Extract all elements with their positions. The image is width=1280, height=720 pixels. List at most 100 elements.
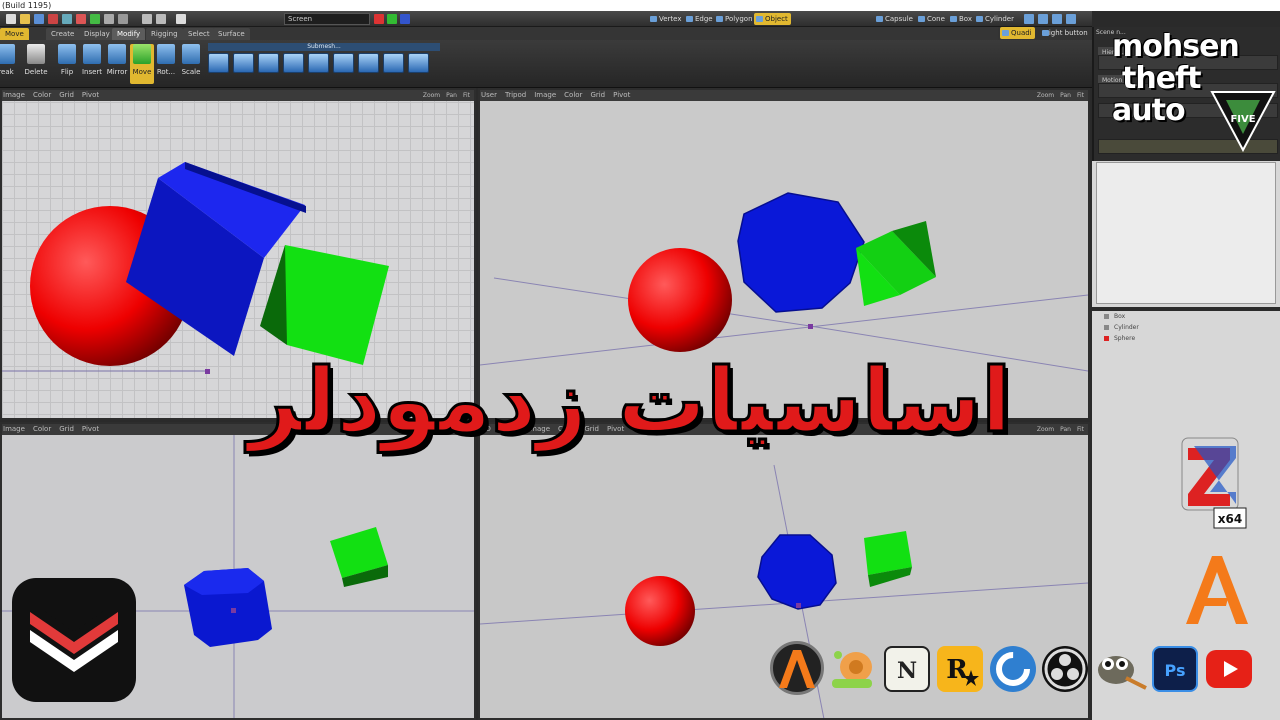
fiv-logo-icon[interactable]: [1186, 556, 1248, 626]
vertex-button[interactable]: Vertex: [648, 13, 685, 25]
move-tool[interactable]: Move: [130, 44, 154, 84]
zmodeler-x64-icon[interactable]: x64: [1180, 436, 1248, 532]
rockstar-icon[interactable]: R: [937, 646, 983, 692]
tab-rigging[interactable]: Rigging: [146, 28, 183, 40]
render-icon[interactable]: [76, 14, 86, 24]
axis-z-icon[interactable]: [400, 14, 410, 24]
tab-display[interactable]: Display: [79, 28, 115, 40]
axis-x-icon[interactable]: [374, 14, 384, 24]
ccleaner-icon[interactable]: [990, 646, 1036, 692]
submesh-tool-2-icon[interactable]: [233, 53, 254, 73]
menu-user[interactable]: User: [481, 91, 497, 99]
zoom-button[interactable]: Zoom: [423, 92, 440, 99]
menu-image[interactable]: Image: [534, 91, 556, 99]
axis-y-icon[interactable]: [387, 14, 397, 24]
redo-icon[interactable]: [62, 14, 72, 24]
photoshop-icon[interactable]: Ps: [1152, 646, 1198, 692]
nv-icon[interactable]: N: [884, 646, 930, 692]
insert-tool[interactable]: Insert: [80, 44, 104, 84]
polygon-button[interactable]: Polygon: [714, 13, 756, 25]
sphere-icon[interactable]: [1038, 14, 1048, 24]
scene-item-cylinder[interactable]: Cylinder: [1094, 322, 1278, 333]
object-button[interactable]: Object: [754, 13, 791, 25]
cylinder-button[interactable]: Cylinder: [974, 13, 1017, 25]
scale-tool[interactable]: Scale: [179, 44, 203, 84]
fit-button[interactable]: Fit: [463, 92, 470, 99]
menu-grid[interactable]: Grid: [59, 91, 74, 99]
edge-button[interactable]: Edge: [684, 13, 716, 25]
submesh-tool-4-icon[interactable]: [283, 53, 304, 73]
pan-button[interactable]: Pan: [1060, 92, 1071, 99]
cylinder-shape[interactable]: [757, 534, 837, 610]
scene-item-box[interactable]: Box: [1094, 311, 1278, 322]
submesh-tool-8-icon[interactable]: [383, 53, 404, 73]
menu-tripod[interactable]: Tripod: [505, 91, 526, 99]
submesh-tool-3-icon[interactable]: [258, 53, 279, 73]
capsule-button[interactable]: Capsule: [874, 13, 916, 25]
app-window: (Build 1195) Screen Vertex Edge Polygon …: [0, 0, 1280, 720]
menu-pivot[interactable]: Pivot: [613, 91, 630, 99]
menu-pivot[interactable]: Pivot: [82, 91, 99, 99]
pan-button[interactable]: Pan: [446, 92, 457, 99]
menu-pivot[interactable]: Pivot: [82, 425, 99, 433]
menu-grid[interactable]: Grid: [59, 425, 74, 433]
plane-icon[interactable]: [1052, 14, 1062, 24]
sphere-shape[interactable]: [625, 576, 695, 646]
obs-icon[interactable]: [1042, 646, 1088, 692]
scene-item-sphere[interactable]: Sphere: [1094, 333, 1278, 344]
menu-color[interactable]: Color: [33, 425, 51, 433]
delete-tool[interactable]: Delete: [24, 44, 48, 84]
box-shape[interactable]: [856, 221, 936, 306]
torus-icon[interactable]: [1024, 14, 1034, 24]
open-file-icon[interactable]: [20, 14, 30, 24]
gimp-icon[interactable]: [1092, 646, 1147, 692]
fit-button[interactable]: Fit: [1077, 92, 1084, 99]
sphere-shape[interactable]: [628, 248, 732, 352]
scale-label: Scale: [181, 68, 201, 76]
box-shape[interactable]: [864, 531, 912, 587]
screen-select[interactable]: Screen: [284, 13, 370, 25]
chevron-logo-icon: [30, 608, 118, 672]
menu-color[interactable]: Color: [564, 91, 582, 99]
cone-button[interactable]: Cone: [916, 13, 948, 25]
submesh-tool-5-icon[interactable]: [308, 53, 329, 73]
menu-image[interactable]: Image: [3, 91, 25, 99]
submesh-tool-9-icon[interactable]: [408, 53, 429, 73]
lock-icon[interactable]: [176, 14, 186, 24]
flip-tool[interactable]: Flip: [55, 44, 79, 84]
youtube-icon[interactable]: [1206, 650, 1252, 688]
tube-icon[interactable]: [1066, 14, 1076, 24]
cylinder-shape[interactable]: [184, 568, 272, 647]
snail-icon[interactable]: [830, 645, 876, 691]
save-file-icon[interactable]: [34, 14, 44, 24]
submesh-tool-7-icon[interactable]: [358, 53, 379, 73]
menu-grid[interactable]: Grid: [590, 91, 605, 99]
preview-area[interactable]: [1096, 162, 1276, 304]
box-shape[interactable]: [330, 527, 388, 587]
box-button[interactable]: Box: [948, 13, 975, 25]
tab-modify[interactable]: Modify: [112, 28, 146, 40]
right-button-label[interactable]: Right button: [1040, 27, 1091, 39]
undo-arrow-icon[interactable]: [142, 14, 152, 24]
menu-color[interactable]: Color: [33, 91, 51, 99]
submesh-tool-1-icon[interactable]: [208, 53, 229, 73]
tab-move[interactable]: Move: [0, 28, 29, 40]
undo-icon[interactable]: [48, 14, 58, 24]
layers-icon[interactable]: [104, 14, 114, 24]
menu-image[interactable]: Image: [3, 425, 25, 433]
cylinder-shape[interactable]: [737, 192, 865, 313]
break-tool[interactable]: reak: [0, 44, 18, 84]
rotate-tool[interactable]: Rot...: [154, 44, 178, 84]
tab-select[interactable]: Select: [183, 28, 215, 40]
material-icon[interactable]: [90, 14, 100, 24]
tab-create[interactable]: Create: [46, 28, 80, 40]
submesh-tool-6-icon[interactable]: [333, 53, 354, 73]
new-file-icon[interactable]: [6, 14, 16, 24]
settings-icon[interactable]: [118, 14, 128, 24]
tab-surface[interactable]: Surface: [213, 28, 250, 40]
quad-button[interactable]: Quadi: [1000, 27, 1035, 39]
redo-arrow-icon[interactable]: [156, 14, 166, 24]
mirror-tool[interactable]: Mirror: [105, 44, 129, 84]
zmodeler-fiv-icon[interactable]: [770, 641, 824, 695]
zoom-button[interactable]: Zoom: [1037, 92, 1054, 99]
